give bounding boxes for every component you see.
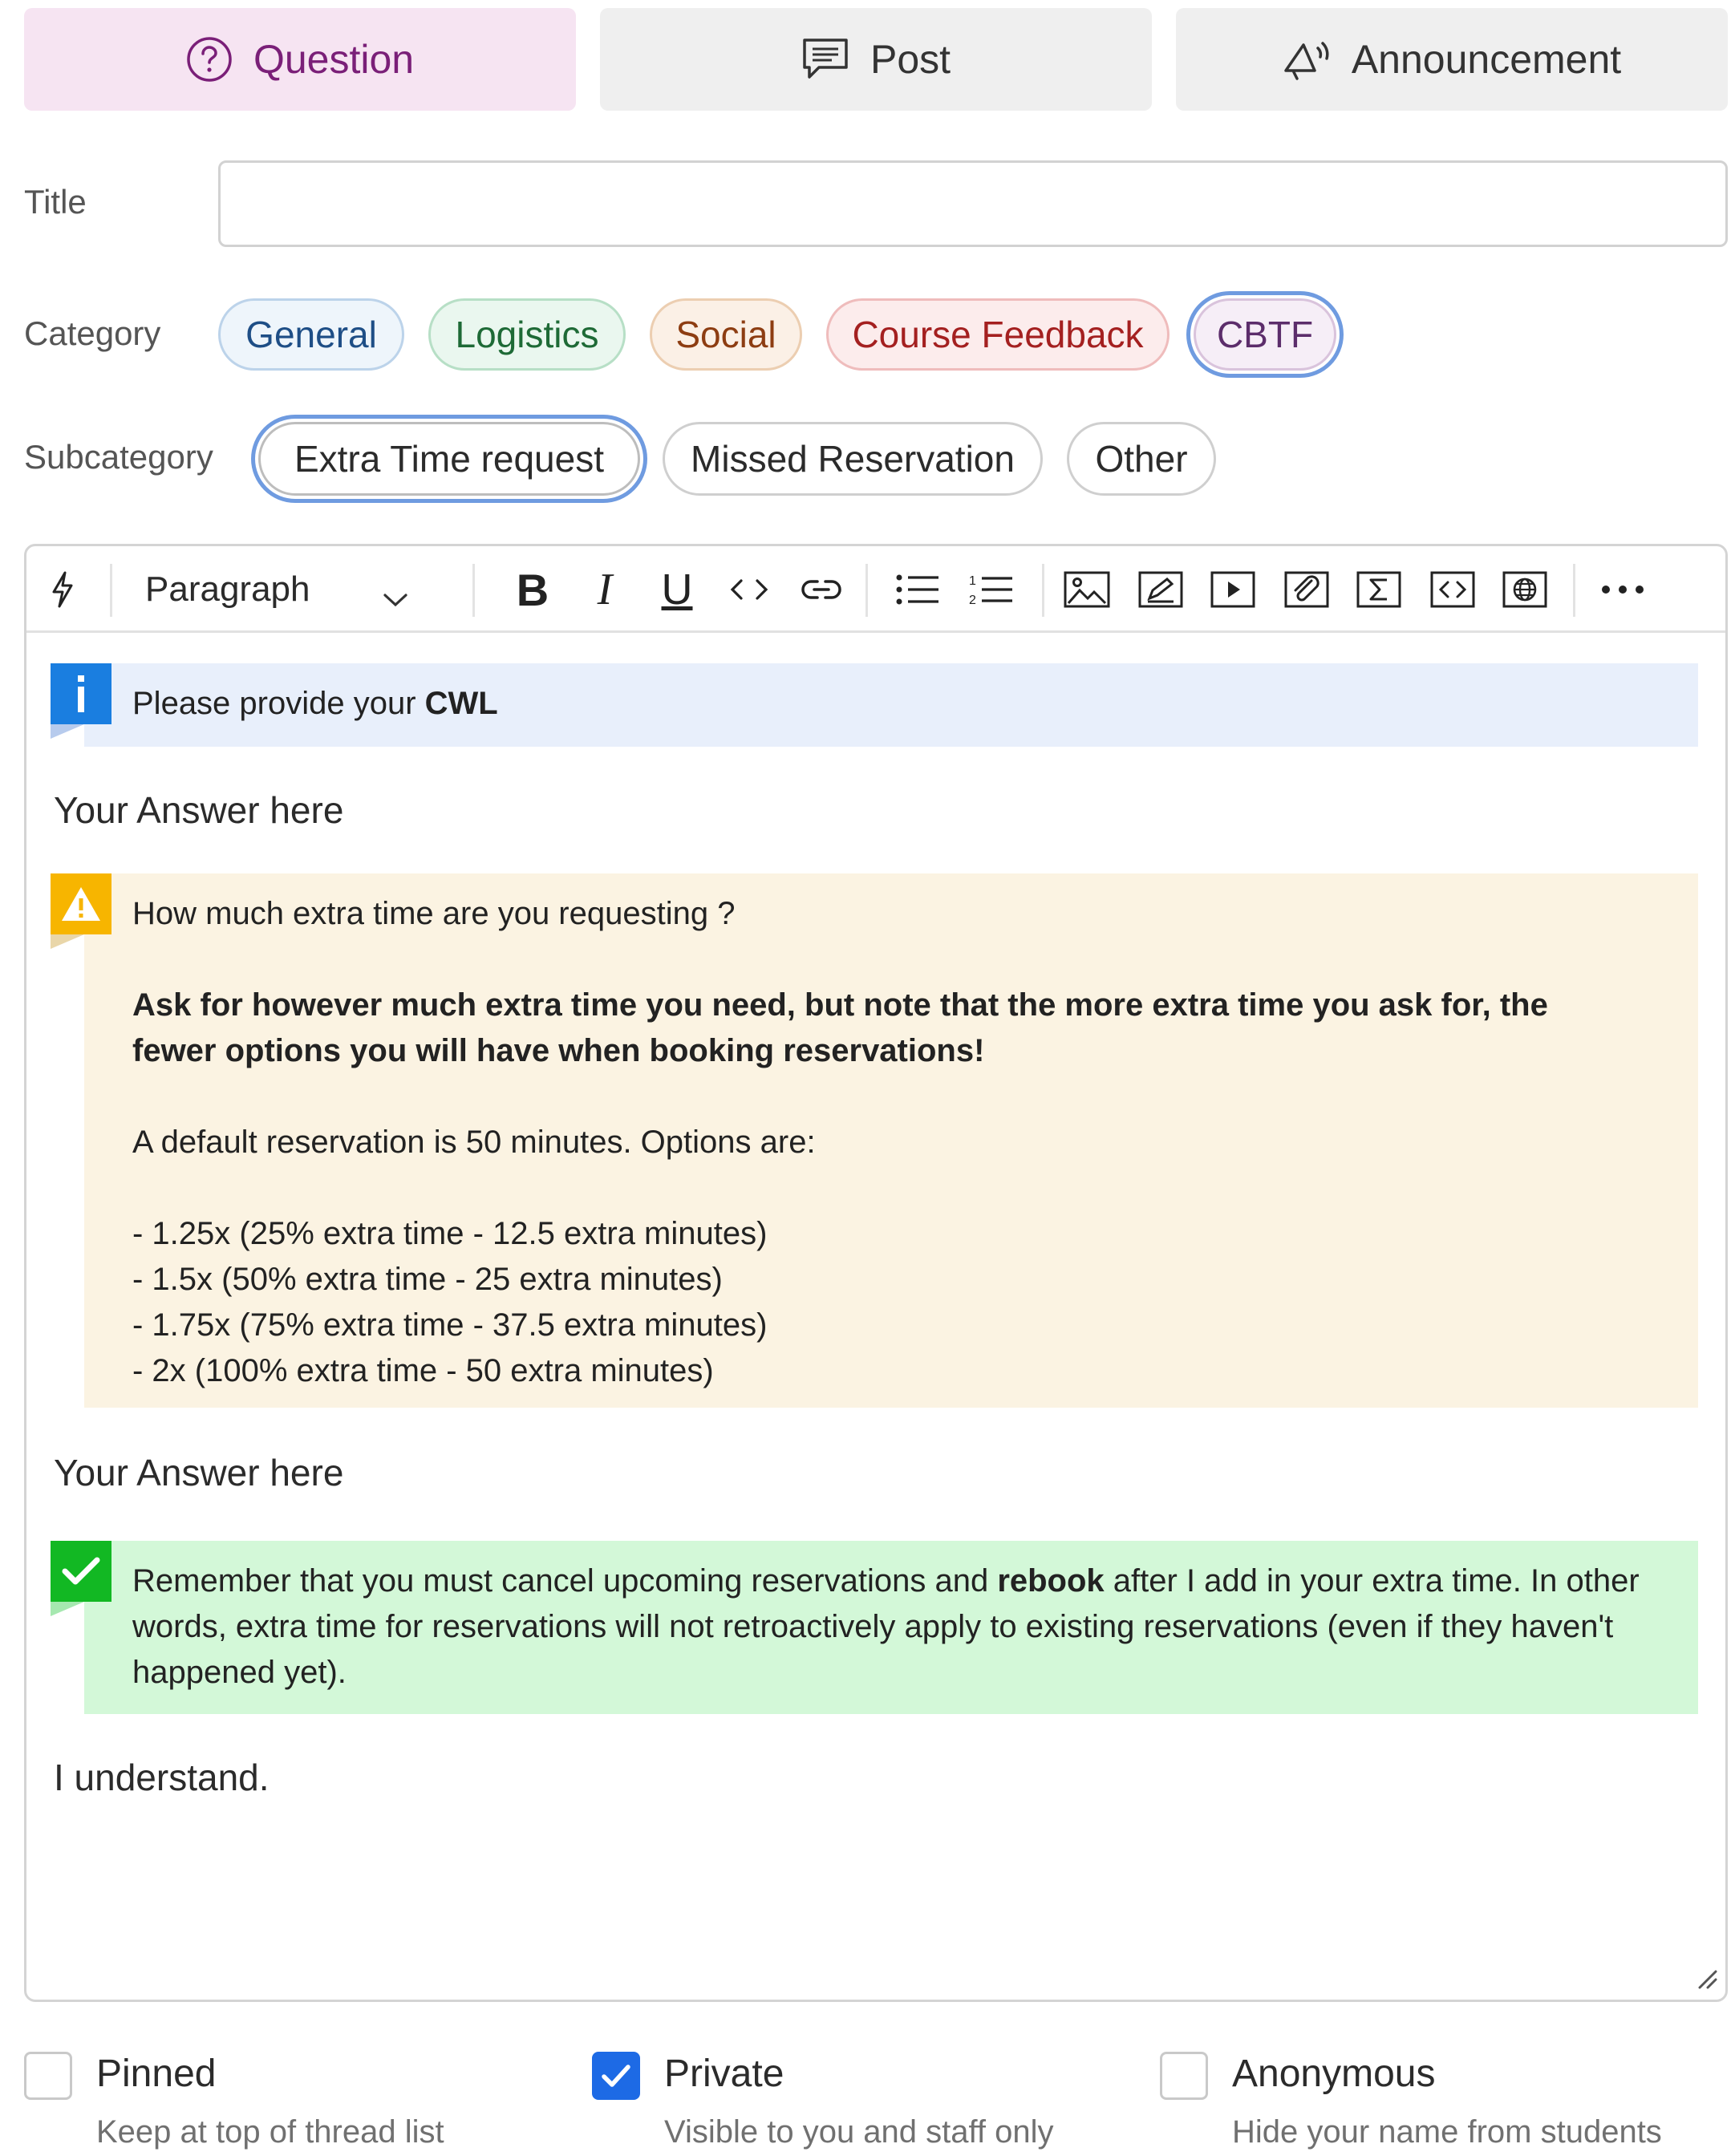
- checkmark-icon: [602, 2065, 630, 2087]
- toolbar-separator: [1573, 564, 1575, 617]
- tab-announcement[interactable]: Announcement: [1176, 8, 1728, 111]
- category-chip-logistics[interactable]: Logistics: [428, 298, 626, 371]
- tab-question[interactable]: Question: [24, 8, 576, 111]
- info-icon: [51, 663, 111, 724]
- lightning-icon[interactable]: [39, 546, 86, 633]
- subcategory-chip-label: Extra Time request: [294, 438, 605, 480]
- tab-post-label: Post: [870, 37, 951, 82]
- info-callout-bold: CWL: [424, 686, 498, 721]
- link-icon[interactable]: [793, 546, 849, 633]
- resize-handle-icon[interactable]: [1696, 1968, 1717, 1993]
- category-chip-course-feedback[interactable]: Course Feedback: [826, 298, 1170, 371]
- tab-announcement-label: Announcement: [1351, 37, 1622, 82]
- embed-code-icon[interactable]: [1427, 546, 1478, 633]
- toolbar-separator: [865, 564, 868, 617]
- toolbar-separator: [472, 564, 475, 617]
- more-icon[interactable]: [1591, 546, 1655, 633]
- success-callout: Remember that you must cancel upcoming r…: [51, 1541, 1698, 1714]
- warning-option-item: - 2x (100% extra time - 50 extra minutes…: [132, 1353, 714, 1388]
- underline-icon[interactable]: U: [649, 546, 705, 633]
- pinned-description: Keep at top of thread list: [96, 2114, 444, 2150]
- pinned-label: Pinned: [96, 2053, 217, 2095]
- svg-text:2: 2: [969, 594, 976, 607]
- paragraph-style-select[interactable]: Paragraph: [107, 546, 428, 633]
- warning-option-item: - 1.75x (75% extra time - 37.5 extra min…: [132, 1307, 768, 1343]
- post-type-tabs: Question Post Announcement: [24, 8, 1728, 111]
- paragraph-style-value: Paragraph: [145, 569, 310, 609]
- warning-callout: How much extra time are you requesting ?…: [51, 873, 1698, 1408]
- subcategory-label: Subcategory: [24, 438, 213, 476]
- web-embed-icon[interactable]: [1499, 546, 1551, 633]
- callout-fold: [51, 724, 84, 739]
- bold-icon[interactable]: B: [505, 546, 561, 633]
- question-circle-icon: [186, 36, 233, 83]
- category-label: Category: [24, 314, 161, 352]
- editor-toolbar: Paragraph B I U 12: [26, 546, 1725, 633]
- video-icon[interactable]: [1207, 546, 1259, 633]
- code-icon[interactable]: [721, 546, 777, 633]
- callout-fold: [51, 934, 84, 949]
- chevron-down-icon: [383, 577, 408, 617]
- warning-callout-text: How much extra time are you requesting ?…: [132, 891, 1672, 1394]
- warning-bold-note: Ask for however much extra time you need…: [132, 987, 1548, 1068]
- subcategory-chip-extra-time[interactable]: Extra Time request: [258, 422, 640, 496]
- callout-fold: [51, 1602, 84, 1616]
- anonymous-label: Anonymous: [1232, 2053, 1436, 2095]
- private-description: Visible to you and staff only: [664, 2114, 1054, 2150]
- warning-option-item: - 1.25x (25% extra time - 12.5 extra min…: [132, 1216, 768, 1251]
- pinned-checkbox[interactable]: [24, 2052, 72, 2100]
- numbered-list-icon[interactable]: 12: [963, 546, 1020, 633]
- comment-icon: [801, 37, 849, 82]
- warning-option-item: - 1.5x (50% extra time - 25 extra minute…: [132, 1262, 723, 1297]
- bullet-list-icon[interactable]: [890, 546, 946, 633]
- category-chip-label: Logistics: [455, 314, 599, 355]
- success-callout-text: Remember that you must cancel upcoming r…: [132, 1558, 1656, 1696]
- draw-icon[interactable]: [1135, 546, 1186, 633]
- warning-icon: [51, 873, 111, 934]
- tab-question-label: Question: [253, 37, 415, 82]
- subcategory-chip-label: Missed Reservation: [691, 438, 1015, 480]
- private-label: Private: [664, 2053, 784, 2095]
- warning-default-note: A default reservation is 50 minutes. Opt…: [132, 1125, 816, 1160]
- success-callout-prefix: Remember that you must cancel upcoming r…: [132, 1563, 998, 1599]
- toolbar-separator: [1042, 564, 1044, 617]
- post-editor[interactable]: Paragraph B I U 12 Please provide your C…: [24, 544, 1728, 2002]
- image-icon[interactable]: [1061, 546, 1113, 633]
- attachment-icon[interactable]: [1281, 546, 1332, 633]
- category-chip-general[interactable]: General: [218, 298, 404, 371]
- answer-text-3[interactable]: I understand.: [54, 1756, 270, 1799]
- svg-text:1: 1: [969, 574, 976, 588]
- answer-text-2[interactable]: Your Answer here: [54, 1451, 343, 1494]
- subcategory-chip-missed-reservation[interactable]: Missed Reservation: [663, 422, 1043, 496]
- check-icon: [51, 1541, 111, 1602]
- megaphone-icon: [1283, 38, 1331, 80]
- info-callout-prefix: Please provide your: [132, 686, 425, 721]
- subcategory-chip-other[interactable]: Other: [1067, 422, 1216, 496]
- math-icon[interactable]: [1353, 546, 1405, 633]
- title-input[interactable]: [218, 160, 1728, 247]
- subcategory-chip-label: Other: [1095, 438, 1188, 480]
- category-chip-cbtf[interactable]: CBTF: [1194, 298, 1336, 371]
- category-chip-social[interactable]: Social: [650, 298, 802, 371]
- italic-icon[interactable]: I: [577, 546, 633, 633]
- info-callout-text: Please provide your CWL: [132, 681, 498, 727]
- category-chip-label: Course Feedback: [852, 314, 1144, 355]
- info-callout: Please provide your CWL: [51, 663, 1698, 747]
- category-chip-label: CBTF: [1216, 314, 1314, 355]
- answer-text-1[interactable]: Your Answer here: [54, 788, 343, 832]
- warning-line-1: How much extra time are you requesting ?: [132, 896, 736, 931]
- private-checkbox[interactable]: [592, 2052, 640, 2100]
- tab-post[interactable]: Post: [600, 8, 1152, 111]
- title-label: Title: [24, 183, 87, 221]
- anonymous-checkbox[interactable]: [1160, 2052, 1208, 2100]
- anonymous-description: Hide your name from students: [1232, 2114, 1662, 2150]
- category-chip-label: General: [245, 314, 377, 355]
- success-callout-bold: rebook: [997, 1563, 1105, 1599]
- category-chip-label: Social: [675, 314, 776, 355]
